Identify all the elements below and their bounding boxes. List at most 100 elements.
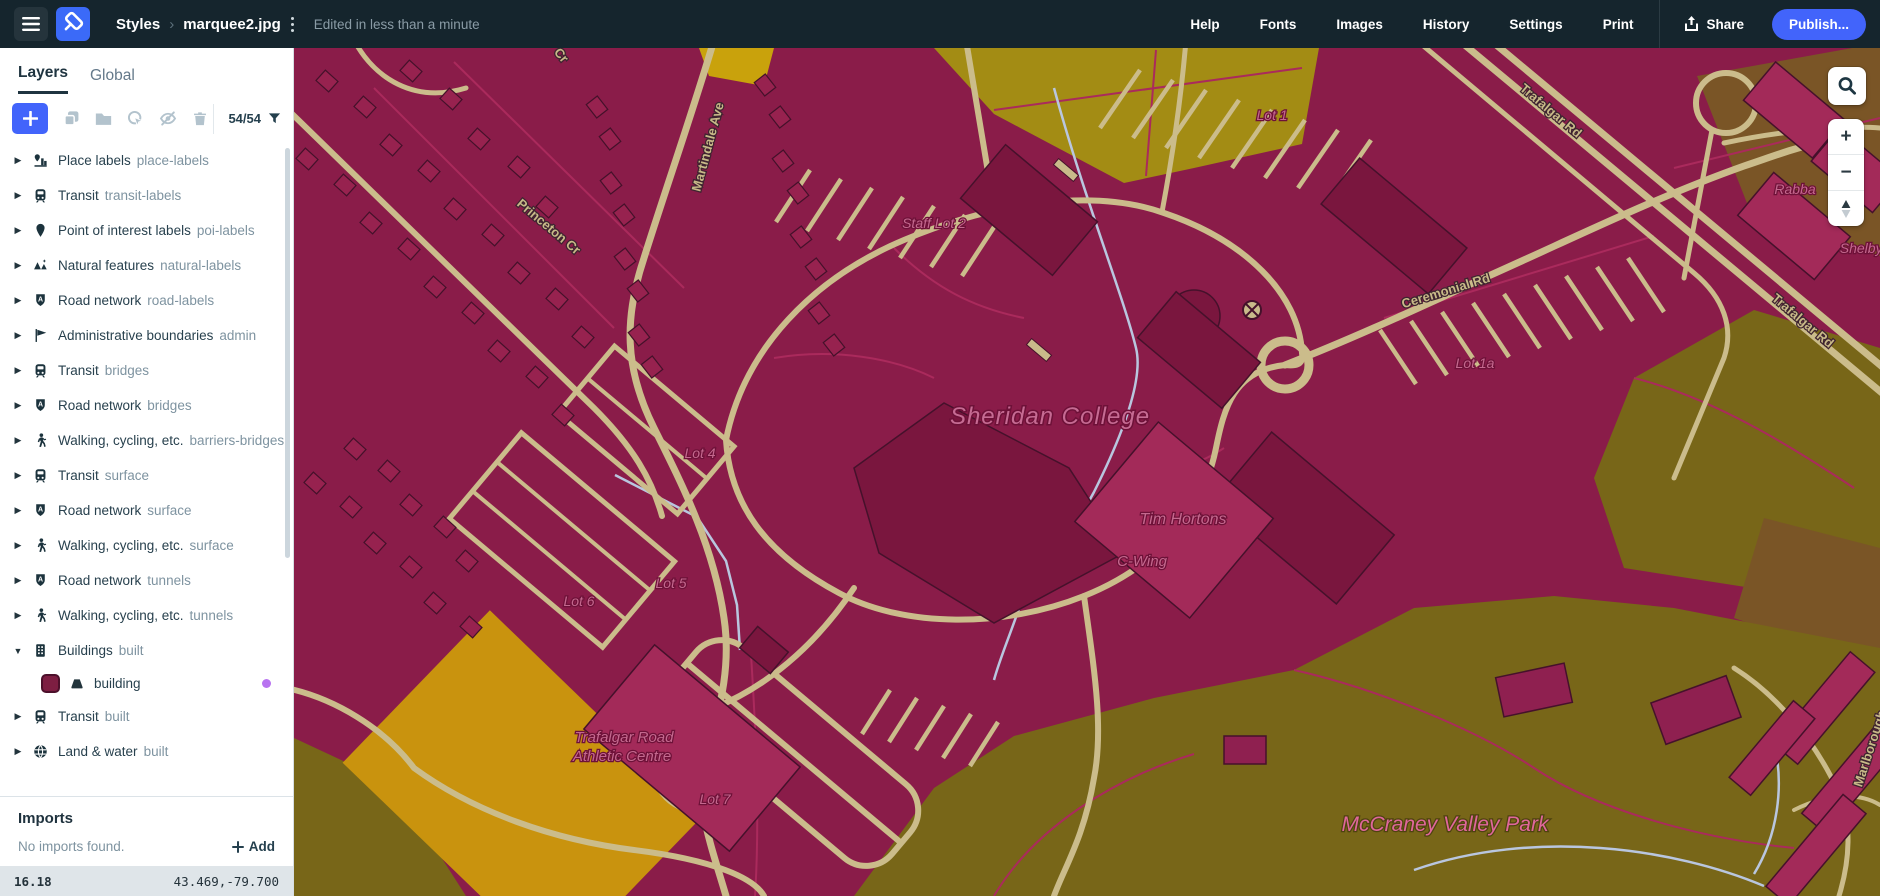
caret-right-icon[interactable]: ▶	[12, 505, 24, 516]
natural-icon	[33, 258, 49, 274]
layer-row-tunnels[interactable]: ▶ A Road network tunnels	[0, 563, 293, 598]
map-label: C-Wing	[1117, 553, 1168, 570]
layer-row-place-labels[interactable]: ▶ Place labels place-labels	[0, 143, 293, 178]
add-import-button[interactable]: Add	[231, 839, 275, 854]
walking-icon	[33, 608, 49, 624]
publish-button[interactable]: Publish...	[1771, 8, 1866, 40]
caret-right-icon[interactable]: ▶	[12, 155, 24, 166]
style-options-kebab[interactable]	[290, 16, 294, 32]
map-label: Trafalgar Road	[575, 729, 675, 746]
studio-home-button[interactable]	[56, 7, 90, 41]
walking-icon	[33, 538, 49, 554]
caret-down-icon[interactable]: ▼	[12, 646, 24, 656]
group-layers-button[interactable]	[95, 110, 112, 127]
share-button[interactable]: Share	[1666, 16, 1762, 32]
menu-settings[interactable]: Settings	[1489, 17, 1582, 32]
layer-row-bridges[interactable]: ▶ A Road network bridges	[0, 388, 293, 423]
road-icon: A	[33, 503, 49, 519]
layer-id: surface	[104, 468, 150, 483]
layer-row-natural-labels[interactable]: ▶ Natural features natural-labels	[0, 248, 293, 283]
layer-name: Transit	[58, 188, 99, 203]
layer-row-built[interactable]: ▶ Land & water built	[0, 734, 293, 769]
menu-history[interactable]: History	[1403, 17, 1490, 32]
caret-right-icon[interactable]: ▶	[12, 540, 24, 551]
layer-row-surface[interactable]: ▶ Walking, cycling, etc. surface	[0, 528, 293, 563]
caret-right-icon[interactable]: ▶	[12, 746, 24, 757]
menu-print[interactable]: Print	[1583, 17, 1654, 32]
layer-row-built[interactable]: ▶ Transit built	[0, 699, 293, 734]
compass-button[interactable]	[1828, 191, 1864, 226]
sidebar-tabs: Layers Global	[0, 48, 293, 94]
caret-right-icon[interactable]: ▶	[12, 711, 24, 722]
caret-right-icon[interactable]: ▶	[12, 575, 24, 586]
caret-right-icon[interactable]: ▶	[12, 190, 24, 201]
map-search-control[interactable]	[1828, 67, 1866, 105]
topbar: Styles › marquee2.jpg Edited in less tha…	[0, 0, 1880, 48]
layer-row-bridges[interactable]: ▶ Transit bridges	[0, 353, 293, 388]
breadcrumb-styles[interactable]: Styles	[116, 16, 160, 33]
layer-row-transit-labels[interactable]: ▶ Transit transit-labels	[0, 178, 293, 213]
layer-row-built[interactable]: ▼ Buildings built	[0, 633, 293, 668]
road-icon: A	[33, 398, 49, 414]
tab-global[interactable]: Global	[90, 67, 135, 94]
layer-row-surface[interactable]: ▶ A Road network surface	[0, 493, 293, 528]
map-canvas[interactable]: Sheridan College Tim Hortons C-Wing Lot 1 St…	[294, 48, 1880, 896]
tab-layers[interactable]: Layers	[18, 64, 68, 94]
layer-row-road-labels[interactable]: ▶ A Road network road-labels	[0, 283, 293, 318]
layer-name: Road network	[58, 503, 142, 518]
map-label: Rabba	[1774, 181, 1815, 197]
caret-right-icon[interactable]: ▶	[12, 260, 24, 271]
sublayer-row-building[interactable]: building	[0, 668, 293, 699]
share-label: Share	[1706, 16, 1744, 32]
caret-right-icon[interactable]: ▶	[12, 365, 24, 376]
menu-button[interactable]	[14, 7, 48, 41]
layer-row-tunnels[interactable]: ▶ Walking, cycling, etc. tunnels	[0, 598, 293, 633]
add-layer-button[interactable]	[12, 103, 48, 134]
menu-help[interactable]: Help	[1170, 17, 1239, 32]
caret-right-icon[interactable]: ▶	[12, 295, 24, 306]
layer-row-poi-labels[interactable]: ▶ Point of interest labels poi-labels	[0, 213, 293, 248]
poi-icon	[33, 223, 49, 239]
zoom-in-button[interactable]: +	[1828, 119, 1864, 155]
sidebar-scrollbar[interactable]	[285, 148, 290, 558]
layer-name: Walking, cycling, etc.	[58, 538, 184, 553]
search-icon	[1838, 77, 1856, 95]
layer-row-surface[interactable]: ▶ Transit surface	[0, 458, 293, 493]
hamburger-icon	[22, 17, 40, 31]
map-label: Shelby's	[1840, 240, 1880, 256]
layer-id: tunnels	[189, 608, 234, 623]
caret-right-icon[interactable]: ▶	[12, 400, 24, 411]
transit-icon	[33, 468, 49, 484]
transit-icon	[33, 188, 49, 204]
layer-row-barriers-bridges[interactable]: ▶ Walking, cycling, etc. barriers-bridges	[0, 423, 293, 458]
caret-right-icon[interactable]: ▶	[12, 470, 24, 481]
hide-layer-button[interactable]	[159, 110, 177, 127]
menu-images[interactable]: Images	[1316, 17, 1403, 32]
caret-right-icon[interactable]: ▶	[12, 435, 24, 446]
map-svg: Sheridan College Tim Hortons C-Wing Lot 1 St…	[294, 48, 1880, 896]
svg-text:A: A	[38, 296, 43, 303]
layer-list: ▶ Place labels place-labels ▶ Transit transit…	[0, 143, 293, 769]
map-label: Lot 7	[699, 791, 731, 807]
fill-color-swatch[interactable]	[41, 674, 60, 693]
layer-id: road-labels	[147, 293, 215, 308]
layer-row-admin[interactable]: ▶ Administrative boundaries admin	[0, 318, 293, 353]
delete-layer-button[interactable]	[192, 110, 208, 127]
caret-right-icon[interactable]: ▶	[12, 225, 24, 236]
select-feature-button[interactable]	[127, 110, 144, 127]
plus-icon	[231, 840, 244, 853]
map-label: Lot 5	[655, 575, 686, 591]
filter-icon[interactable]	[268, 112, 281, 125]
zoom-out-button[interactable]: −	[1828, 155, 1864, 191]
layer-name: Point of interest labels	[58, 223, 191, 238]
layers-toolbar: 54/54	[0, 94, 293, 143]
caret-right-icon[interactable]: ▶	[12, 330, 24, 341]
caret-right-icon[interactable]: ▶	[12, 610, 24, 621]
menu-fonts[interactable]: Fonts	[1240, 17, 1317, 32]
trash-icon	[194, 112, 206, 126]
add-import-label: Add	[248, 839, 275, 854]
map-statusbar: 16.18 43.469,-79.700	[0, 866, 293, 896]
duplicate-layer-button[interactable]	[63, 110, 80, 127]
layer-count-wrap: 54/54	[213, 103, 281, 134]
land-water-icon	[33, 744, 49, 760]
